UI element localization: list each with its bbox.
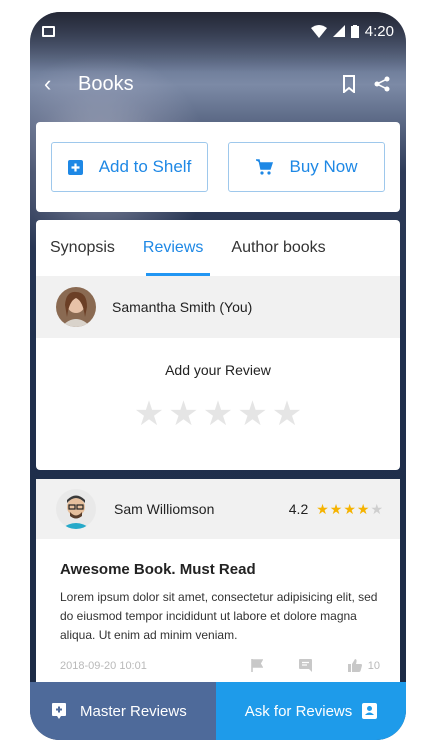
avatar	[56, 489, 96, 529]
cart-icon	[256, 159, 274, 175]
tab-author-books[interactable]: Author books	[217, 220, 339, 276]
add-to-shelf-button[interactable]: Add to Shelf	[51, 142, 208, 192]
review-title: Awesome Book. Must Read	[60, 561, 256, 578]
current-user-row: Samantha Smith (You)	[36, 276, 400, 338]
star-icon[interactable]: ★	[272, 394, 302, 434]
back-arrow-icon[interactable]: ‹	[44, 71, 68, 97]
review-date: 2018-09-20 10:01	[60, 659, 147, 672]
image-notification-icon	[42, 25, 55, 37]
thumbs-up-icon[interactable]	[347, 659, 362, 672]
signal-icon	[332, 25, 345, 37]
battery-icon	[350, 24, 359, 38]
bottom-action-bar: Master Reviews Ask for Reviews	[30, 682, 406, 740]
tab-synopsis[interactable]: Synopsis	[36, 220, 129, 276]
tab-reviews[interactable]: Reviews	[129, 220, 217, 276]
app-bar: ‹ Books	[30, 64, 406, 104]
review-header: Sam Williomson 4.2 ★★★★★	[36, 479, 400, 539]
review-footer: 2018-09-20 10:01 10	[60, 659, 380, 672]
phone-screen: 4:20 ‹ Books Add to Shelf Buy Now Synops…	[30, 12, 406, 740]
rating-stars: ★★★★★	[316, 500, 384, 517]
rating-value: 4.2	[288, 501, 309, 517]
review-body: Lorem ipsum dolor sit amet, consectetur …	[60, 590, 378, 642]
review-plus-icon	[52, 703, 66, 719]
star-icon[interactable]: ★	[237, 394, 267, 434]
master-reviews-label: Master Reviews	[80, 702, 187, 720]
star-icon[interactable]: ★	[203, 394, 233, 434]
master-reviews-button[interactable]: Master Reviews	[30, 682, 216, 740]
comment-icon[interactable]	[298, 659, 312, 672]
ask-for-reviews-button[interactable]: Ask for Reviews	[216, 682, 406, 740]
buy-now-button[interactable]: Buy Now	[228, 142, 385, 192]
flag-icon[interactable]	[250, 659, 263, 672]
add-review-label: Add your Review	[165, 362, 271, 378]
contact-review-icon	[362, 703, 378, 719]
star-icon[interactable]: ★	[168, 394, 198, 434]
buy-now-label: Buy Now	[289, 157, 358, 176]
review-rating: 4.2 ★★★★★	[289, 501, 384, 518]
avatar	[56, 287, 96, 327]
status-bar: 4:20	[42, 20, 394, 42]
wifi-icon	[310, 24, 327, 38]
tab-bar: Synopsis Reviews Author books	[36, 220, 400, 276]
status-time: 4:20	[364, 22, 394, 40]
add-to-shelf-label: Add to Shelf	[98, 157, 192, 176]
share-icon[interactable]	[374, 76, 390, 92]
rating-input[interactable]: ★ ★ ★ ★ ★	[36, 394, 400, 434]
reviews-card: Synopsis Reviews Author books Samantha S…	[36, 220, 400, 470]
page-title: Books	[78, 72, 134, 95]
action-buttons-card: Add to Shelf Buy Now	[36, 122, 400, 212]
likes-count: 10	[367, 659, 380, 672]
ask-for-reviews-label: Ask for Reviews	[244, 702, 353, 720]
current-user-name: Samantha Smith (You)	[112, 299, 253, 315]
add-box-icon	[67, 159, 83, 175]
star-icon[interactable]: ★	[134, 394, 164, 434]
bookmark-icon[interactable]	[342, 75, 356, 93]
reviewer-name: Sam Williomson	[114, 501, 215, 517]
